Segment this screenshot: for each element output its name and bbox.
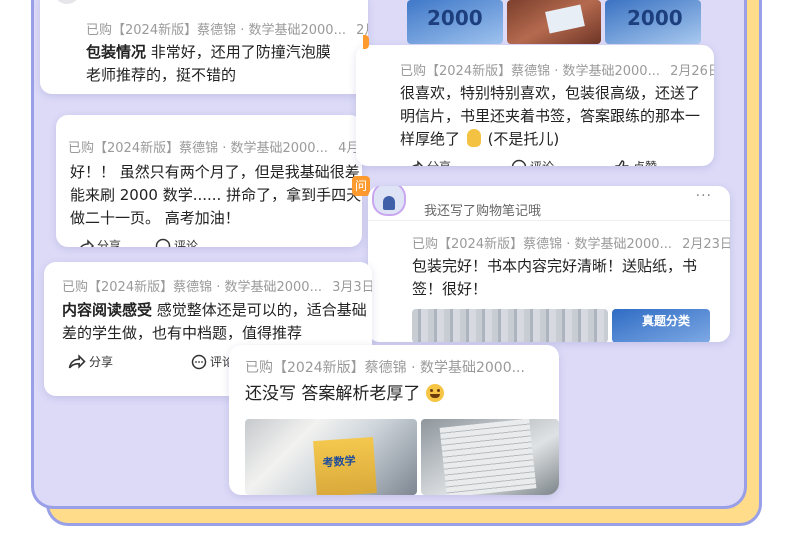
question-badge[interactable]: 问: [352, 176, 370, 196]
shopping-note-card[interactable]: ··· 我还写了购物笔记哦 已购【2024新版】蔡德锦 · 数学基础2000..…: [368, 186, 730, 342]
like-button[interactable]: 点赞: [614, 158, 657, 166]
note-header: 我还写了购物笔记哦: [424, 204, 542, 219]
comment-button[interactable]: 评论: [155, 237, 198, 247]
photo-caption: 真题分类: [642, 314, 691, 328]
review-card[interactable]: 已购【2024新版】蔡德锦 · 数学基础2000... 2月25 包装情况 非常…: [40, 0, 368, 94]
review-text: 明信片，书里还夹着书签，答案跟练的那本一: [400, 107, 701, 125]
share-label: 分享: [89, 355, 114, 369]
ok-hand-emoji-icon: [466, 129, 481, 147]
photo[interactable]: [421, 419, 559, 495]
share-button[interactable]: 分享: [78, 237, 121, 247]
page-image: [439, 419, 537, 495]
comment-button[interactable]: 评论: [511, 158, 554, 166]
review-date: 3月3日: [332, 280, 372, 295]
badge-edge: [363, 35, 369, 49]
avatar: [372, 186, 406, 216]
thumbs-up-icon: [615, 159, 630, 166]
postcard-image: [545, 4, 585, 34]
review-text: 感觉整体还是可以的，适合基础: [152, 301, 367, 319]
review-date: 2月23日: [682, 237, 730, 252]
review-card[interactable]: 已购【2024新版】蔡德锦 · 数学基础2000... 4月14 好！！ 虽然只…: [56, 115, 362, 247]
review-text: 样厚绝了: [400, 130, 461, 148]
photo[interactable]: [507, 0, 601, 44]
review-text: 差的学生做，也有中档题，值得推荐: [62, 324, 303, 342]
purchase-info: 已购【2024新版】蔡德锦 · 数学基础2000...: [412, 237, 672, 252]
photo-caption: 2000: [627, 6, 683, 30]
photo[interactable]: 2000: [605, 0, 701, 44]
share-button[interactable]: 分享: [408, 158, 451, 166]
purchase-info: 已购【2024新版】蔡德锦 · 数学基础2000...: [245, 360, 525, 376]
purchase-info: 已购【2024新版】蔡德锦 · 数学基础2000...: [68, 141, 328, 156]
comment-icon: [155, 238, 171, 247]
comment-label: 评论: [530, 158, 554, 166]
comment-label: 评论: [174, 239, 199, 247]
share-button[interactable]: 分享: [68, 353, 113, 370]
review-tag: 内容阅读感受: [62, 301, 153, 319]
review-text: 很喜欢，特别特别喜欢，包装很高级，还送了: [400, 84, 701, 102]
review-tag: 包装情况: [86, 43, 147, 61]
photo[interactable]: [412, 309, 608, 342]
share-icon: [411, 159, 424, 166]
review-text: 做二十一页。 高考加油！: [70, 209, 240, 227]
share-label: 分享: [97, 239, 122, 247]
review-text: 签！很好！: [412, 280, 488, 298]
like-label: 点赞: [633, 158, 657, 166]
review-date: 2月26日: [670, 64, 714, 79]
review-text: 包装完好！书本内容完好清晰！送贴纸，书: [412, 257, 698, 275]
inner-card: 已购【2024新版】蔡德锦 · 数学基础2000... 2月23日 包装完好！书…: [368, 220, 730, 342]
review-text: 老师推荐的，挺不错的: [86, 66, 237, 84]
review-card[interactable]: 已购【2024新版】蔡德锦 · 数学基础2000... 还没写 答案解析老厚了 …: [229, 345, 559, 495]
review-card[interactable]: 已购【2024新版】蔡德锦 · 数学基础2000... 2月26日 很喜欢，特别…: [356, 45, 714, 166]
share-label: 分享: [427, 158, 451, 166]
photo[interactable]: 真题分类: [612, 309, 710, 342]
avatar-figure-icon: [383, 196, 395, 210]
book-image: 考数学: [313, 436, 377, 495]
comment-icon: [191, 354, 207, 369]
photo-caption: 考数学: [322, 454, 357, 470]
smile-emoji-icon: [425, 384, 444, 402]
review-text: (不是托儿): [487, 130, 560, 148]
photo[interactable]: 2000: [407, 0, 503, 44]
review-text: 好！！ 虽然只有两个月了，但是我基础很差只: [70, 163, 362, 181]
review-text: 还没写 答案解析老厚了: [245, 384, 421, 404]
review-text: 能来刷 2000 数学...... 拼命了，拿到手四天: [70, 186, 362, 204]
comment-button[interactable]: 评论: [191, 353, 234, 370]
review-text: 非常好，还用了防撞汽泡膜: [146, 43, 331, 61]
photo-strip: 2000 2000: [407, 0, 701, 44]
share-icon: [68, 354, 86, 369]
avatar: [54, 0, 80, 4]
purchase-info: 已购【2024新版】蔡德锦 · 数学基础2000...: [62, 280, 322, 295]
photo[interactable]: 考数学: [245, 419, 417, 495]
photo-caption: 2000: [427, 6, 483, 30]
purchase-info: 已购【2024新版】蔡德锦 · 数学基础2000...: [86, 23, 346, 38]
more-icon[interactable]: ···: [696, 188, 712, 204]
comment-icon: [511, 159, 527, 166]
purchase-info: 已购【2024新版】蔡德锦 · 数学基础2000...: [400, 64, 660, 79]
share-icon: [79, 238, 94, 247]
question-badge-label: 问: [354, 179, 367, 193]
